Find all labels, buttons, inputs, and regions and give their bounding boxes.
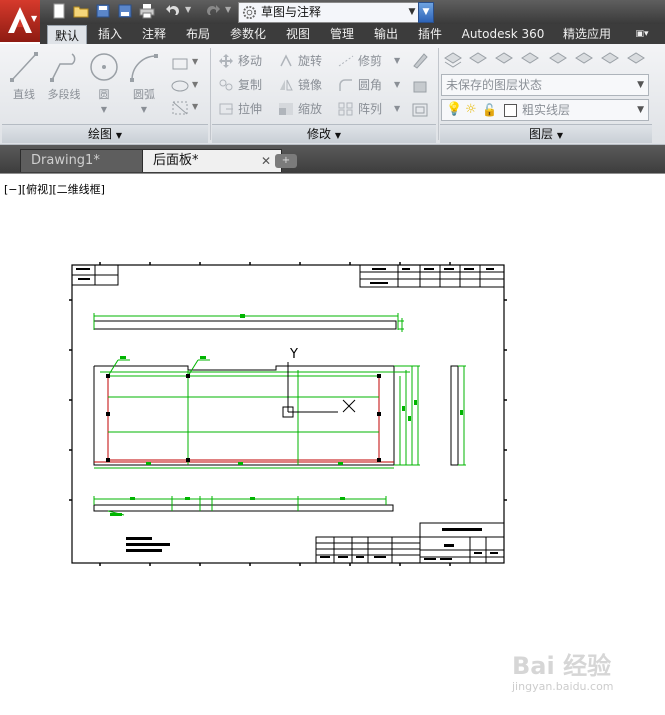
ucs-y-label: Y — [289, 347, 298, 362]
drawing-sheet: Y — [69, 262, 507, 566]
watermark-url: jingyan.baidu.com — [512, 680, 614, 693]
baidu-watermark: Bai 经验 jingyan.baidu.com — [510, 640, 660, 710]
watermark-brand: Bai 经验 — [512, 652, 612, 680]
